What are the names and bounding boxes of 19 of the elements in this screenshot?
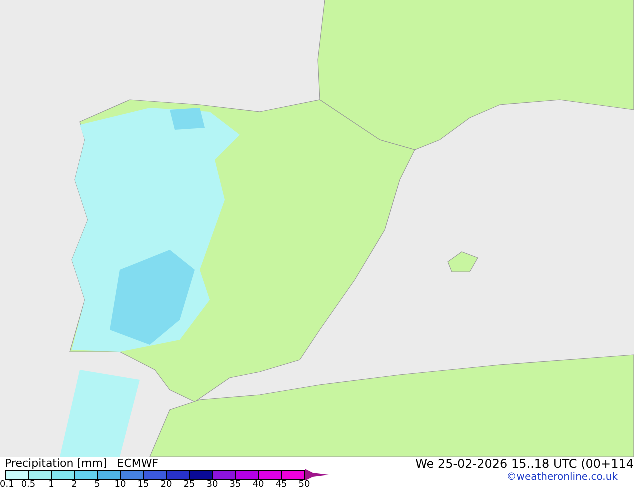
scale-label: 15 bbox=[136, 480, 150, 490]
scale-label: 5 bbox=[94, 480, 102, 490]
scale-label: 2 bbox=[70, 480, 78, 490]
scale-label: 40 bbox=[252, 480, 266, 490]
scale-label: 35 bbox=[228, 480, 242, 490]
valid-time: We 25-02-2026 15..18 UTC (00+114 bbox=[416, 457, 634, 471]
scale-label: 0.5 bbox=[20, 480, 37, 490]
scale-label: 50 bbox=[298, 480, 312, 490]
scale-label: 10 bbox=[114, 480, 128, 490]
arrow-icon bbox=[305, 469, 329, 481]
scale-label: 0.1 bbox=[0, 480, 16, 490]
scale-label: 1 bbox=[48, 480, 56, 490]
scale-label: 45 bbox=[274, 480, 288, 490]
scale-label: 25 bbox=[182, 480, 196, 490]
scale-label: 20 bbox=[160, 480, 174, 490]
legend-title: Precipitation [mm] bbox=[5, 457, 108, 470]
credit-link[interactable]: ©weatheronline.co.uk bbox=[506, 471, 634, 485]
model-name: ECMWF bbox=[117, 457, 159, 470]
scale-label: 30 bbox=[206, 480, 220, 490]
